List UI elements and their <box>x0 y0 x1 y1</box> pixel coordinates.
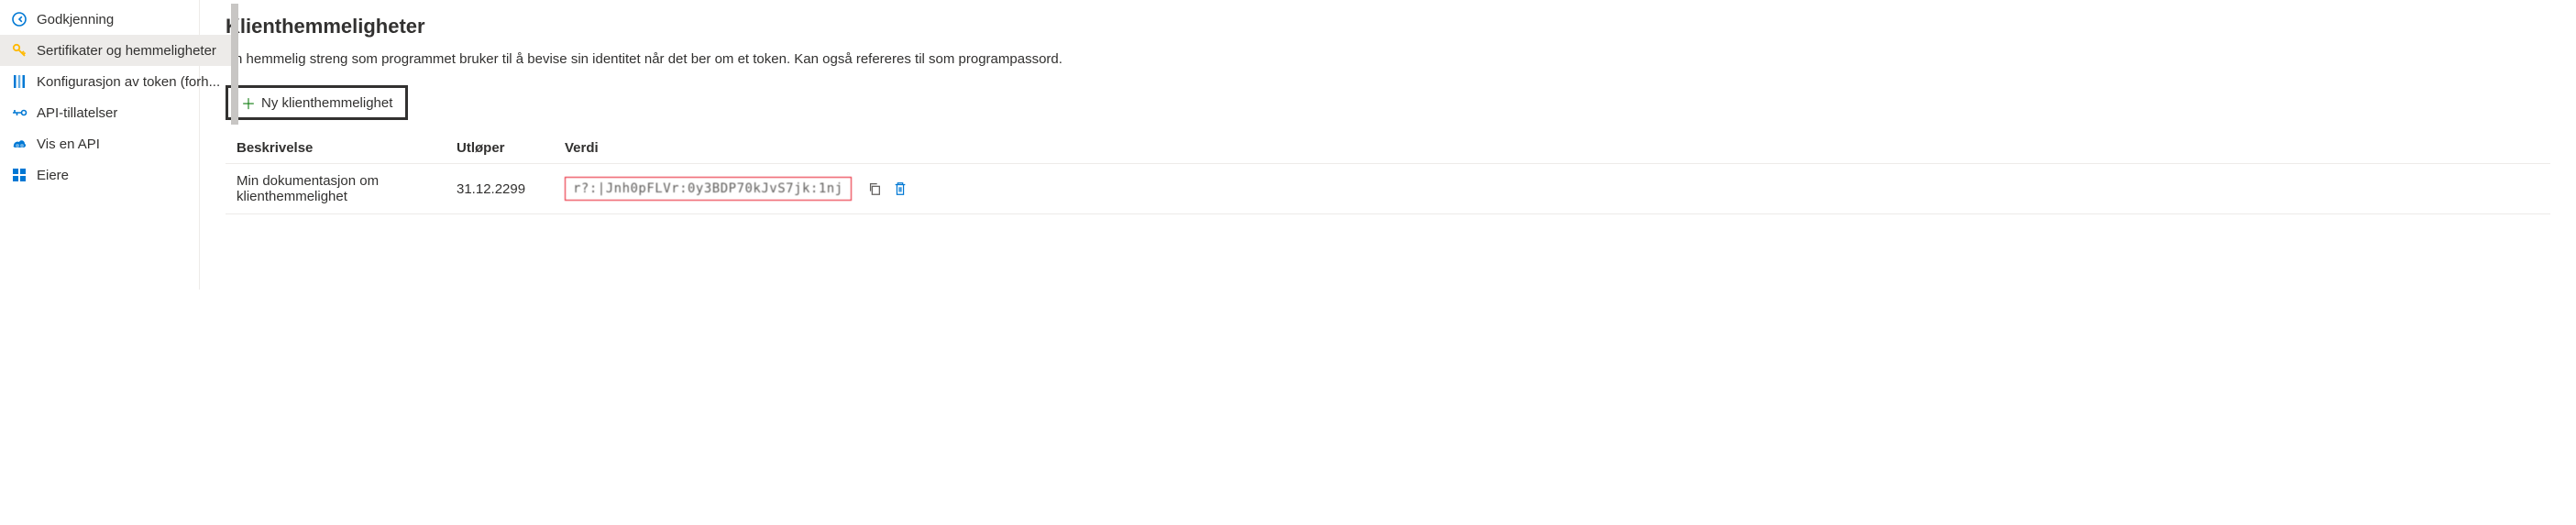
token-config-icon <box>11 73 28 90</box>
sidebar-item-authentication[interactable]: Godkjenning <box>0 4 231 35</box>
sidebar-item-label: Vis en API <box>37 137 100 152</box>
page-description: En hemmelig streng som programmet bruker… <box>226 49 1069 69</box>
copy-icon[interactable] <box>866 180 883 197</box>
sidebar-item-expose-api[interactable]: Vis en API <box>0 128 231 159</box>
sidebar-item-label: API-tillatelser <box>37 105 117 121</box>
header-value: Verdi <box>565 140 2539 156</box>
sidebar-items: Godkjenning Sertifikater og hemmelighete… <box>0 4 231 286</box>
sidebar-item-label: Konfigurasjon av token (forh... <box>37 74 220 90</box>
cell-value: r?:|Jnh0pFLVr:0y3BDP70kJvS7jk:1nj <box>565 177 2539 201</box>
table-header: Beskrivelse Utløper Verdi <box>226 133 2550 164</box>
new-secret-label: Ny klienthemmelighet <box>261 95 392 111</box>
key-icon <box>11 42 28 59</box>
sidebar-item-token-configuration[interactable]: Konfigurasjon av token (forh... <box>0 66 231 97</box>
main-content: Klienthemmeligheter En hemmelig streng s… <box>200 0 2576 290</box>
sidebar: Godkjenning Sertifikater og hemmelighete… <box>0 0 200 290</box>
header-expires: Utløper <box>457 140 565 156</box>
row-actions <box>866 180 908 197</box>
sidebar-item-owners[interactable]: Eiere <box>0 159 231 191</box>
sidebar-item-api-permissions[interactable]: API-tillatelser <box>0 97 231 128</box>
cell-expires: 31.12.2299 <box>457 181 565 197</box>
table-row: Min dokumentasjon om klienthemmelighet 3… <box>226 164 2550 214</box>
header-description: Beskrivelse <box>237 140 457 156</box>
scrollbar-thumb[interactable] <box>231 4 238 125</box>
sidebar-item-label: Sertifikater og hemmeligheter <box>37 43 216 59</box>
sidebar-item-certificates-secrets[interactable]: Sertifikater og hemmeligheter <box>0 35 231 66</box>
delete-icon[interactable] <box>892 180 908 197</box>
sidebar-item-label: Eiere <box>37 168 69 183</box>
secret-value[interactable]: r?:|Jnh0pFLVr:0y3BDP70kJvS7jk:1nj <box>565 177 852 201</box>
secrets-table: Beskrivelse Utløper Verdi Min dokumentas… <box>226 133 2550 214</box>
expose-api-icon <box>11 136 28 152</box>
plus-icon: ＋ <box>241 92 256 114</box>
owners-icon <box>11 167 28 183</box>
sidebar-item-label: Godkjenning <box>37 12 114 27</box>
cell-description: Min dokumentasjon om klienthemmelighet <box>237 173 457 204</box>
page-title: Klienthemmeligheter <box>226 15 2550 38</box>
auth-icon <box>11 11 28 27</box>
api-permissions-icon <box>11 104 28 121</box>
new-client-secret-button[interactable]: ＋ Ny klienthemmelighet <box>226 85 408 120</box>
